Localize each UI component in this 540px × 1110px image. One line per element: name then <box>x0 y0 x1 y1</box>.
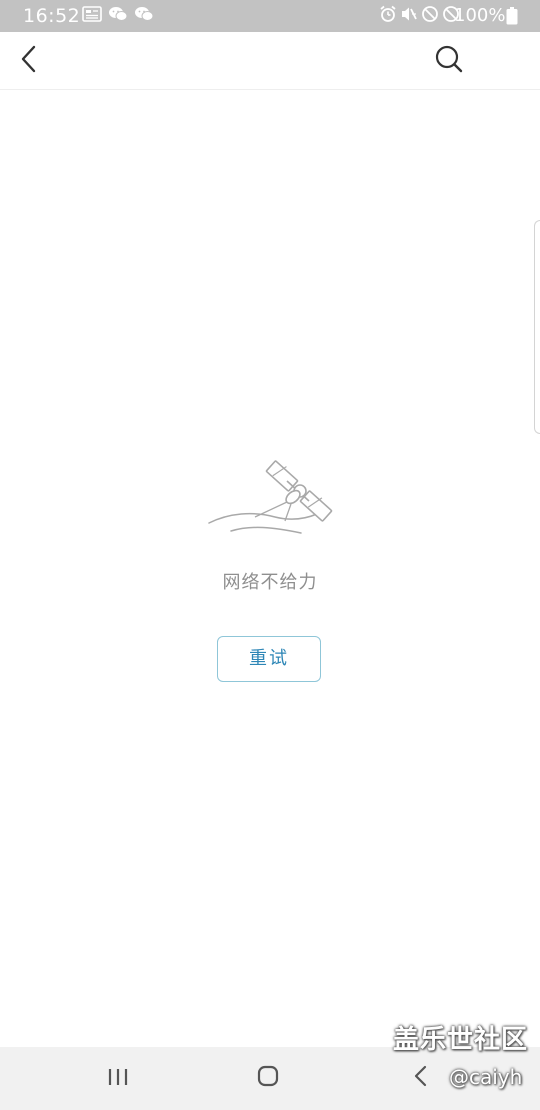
alarm-icon <box>379 5 397 27</box>
status-time: 16:52 <box>23 5 81 27</box>
recent-apps-button[interactable] <box>98 1065 138 1093</box>
search-button[interactable] <box>430 43 468 79</box>
app-bar <box>0 32 540 90</box>
home-button[interactable] <box>248 1063 288 1093</box>
status-bar: 16:52 100% <box>0 0 540 32</box>
back-button[interactable] <box>12 44 46 78</box>
watermark-title: 盖乐世社区 <box>393 1025 529 1055</box>
wechat-icon <box>134 6 154 26</box>
screen: 16:52 100% 网络不给力 重试 盖乐世社区 @caiyh <box>0 0 540 1110</box>
system-icons <box>379 5 460 27</box>
search-icon <box>434 44 464 78</box>
retry-button[interactable]: 重试 <box>217 636 321 682</box>
recent-apps-icon <box>107 1067 129 1091</box>
mute-icon <box>400 5 418 27</box>
nav-back-button[interactable] <box>401 1063 441 1093</box>
notification-icons <box>82 6 154 26</box>
battery-percent: 100% <box>454 5 506 26</box>
chevron-left-icon <box>20 44 38 78</box>
wechat-icon <box>108 6 128 26</box>
battery-icon <box>506 7 518 29</box>
home-icon <box>257 1065 279 1091</box>
satellite-icon <box>205 455 335 540</box>
error-message: 网络不给力 <box>222 572 318 593</box>
edge-panel-handle[interactable] <box>534 220 540 434</box>
watermark-user: @caiyh <box>449 1065 523 1089</box>
back-icon <box>413 1065 429 1091</box>
toutiao-news-icon <box>82 6 102 26</box>
do-not-disturb-icon <box>421 5 439 27</box>
